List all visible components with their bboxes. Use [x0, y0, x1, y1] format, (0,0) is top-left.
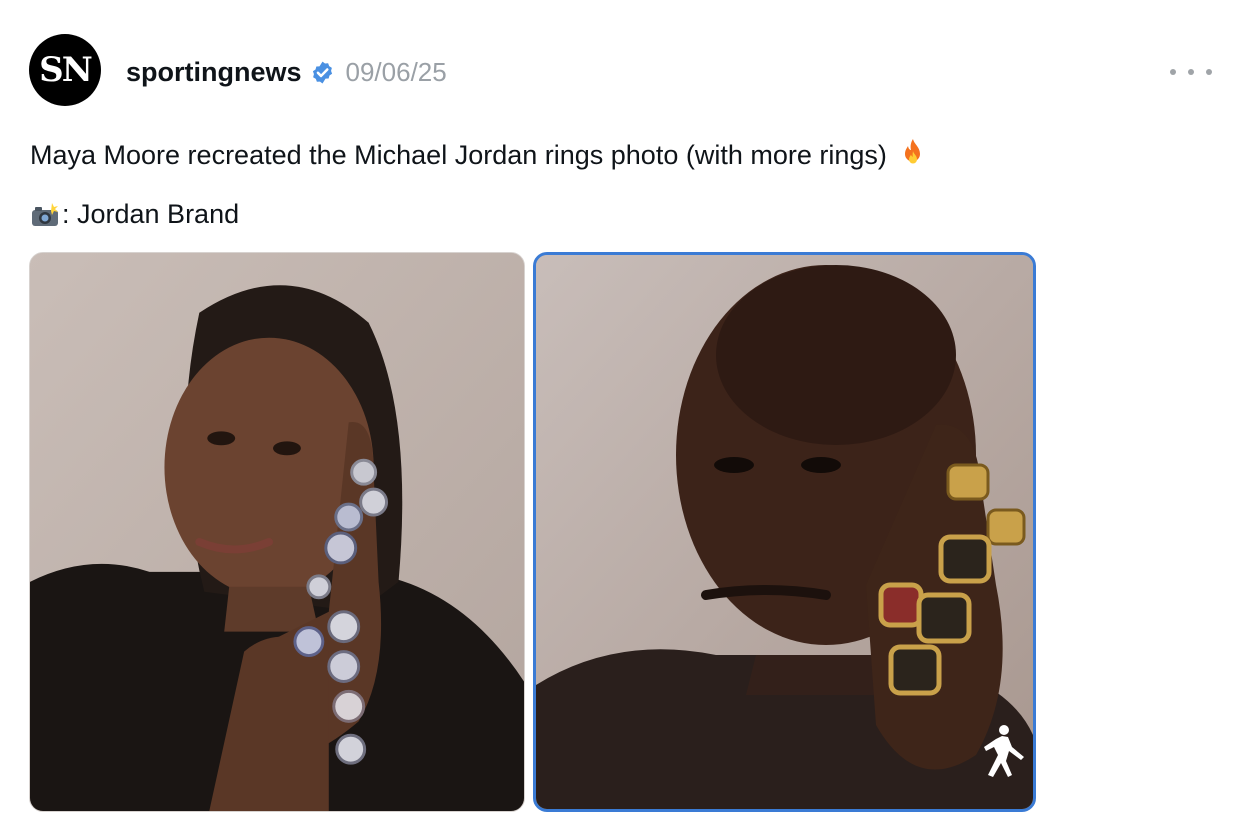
avatar-logo-text: SN [39, 50, 93, 90]
post-image-left[interactable] [29, 252, 525, 812]
verified-check-icon [312, 61, 332, 83]
photo-right-illustration [536, 255, 1033, 809]
more-options-icon[interactable] [1170, 60, 1212, 84]
more-dot [1206, 69, 1212, 75]
fire-emoji-icon [905, 139, 921, 164]
photo-credit: : Jordan Brand [62, 199, 240, 229]
username-link[interactable]: sportingnews [126, 57, 302, 88]
caption-text: Maya Moore recreated the Michael Jordan … [30, 140, 887, 170]
camera-flash-emoji-icon [32, 202, 58, 226]
photo-left-illustration [30, 253, 524, 811]
post-caption-line2: : Jordan Brand [30, 199, 239, 230]
more-dot [1188, 69, 1194, 75]
post-header: sportingnews 09/06/25 [126, 56, 447, 88]
avatar[interactable]: SN [29, 34, 101, 106]
post-image-right[interactable] [533, 252, 1036, 812]
post-card: SN sportingnews 09/06/25 Maya Moore recr… [0, 0, 1244, 832]
more-dot [1170, 69, 1176, 75]
post-date: 09/06/25 [345, 56, 447, 87]
post-caption-line1: Maya Moore recreated the Michael Jordan … [30, 138, 926, 171]
